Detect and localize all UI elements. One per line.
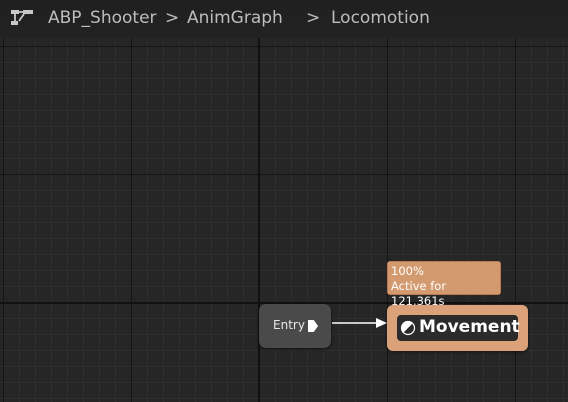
breadcrumb-item-locomotion[interactable]: Locomotion [331,8,430,28]
state-node-title: Movement [397,315,520,341]
entry-node[interactable]: Entry [259,304,331,348]
state-name-label: Movement [419,317,520,337]
state-debug-tooltip: 100% Active for 121.361s [387,261,501,308]
state-weight-text: 100% [391,264,424,278]
breadcrumb-separator: > [165,8,180,28]
entry-node-label: Entry [273,318,305,332]
movement-state-node[interactable]: Movement [387,305,528,351]
exec-pin-icon[interactable] [307,319,319,333]
breadcrumb-item-animgraph[interactable]: AnimGraph [187,8,283,28]
entry-transition-arrow[interactable] [332,316,390,330]
graph-canvas[interactable]: Entry 100% Active for 121.361s Movement [0,0,568,402]
breadcrumb-item-abp-shooter[interactable]: ABP_Shooter [48,8,157,28]
state-icon [400,320,416,336]
breadcrumb-separator: > [306,8,321,28]
breadcrumb: ABP_Shooter > AnimGraph > Locomotion [0,0,568,38]
graph-icon [11,10,33,25]
